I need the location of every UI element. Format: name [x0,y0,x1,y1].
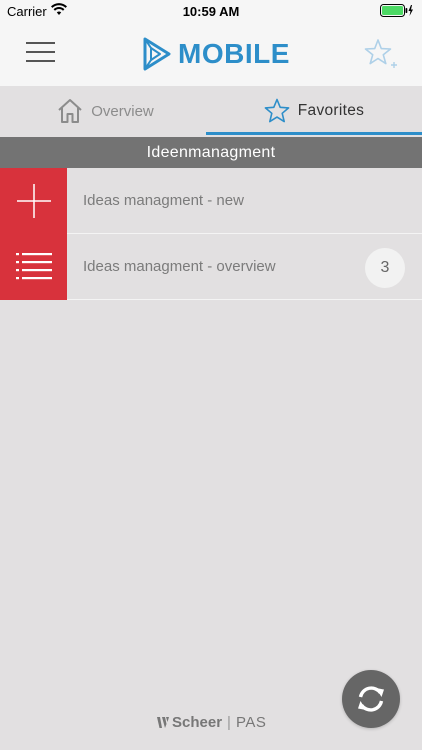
star-icon [264,98,290,123]
tab-bar: Overview Favorites [0,86,422,136]
section-title: Ideenmanagment [0,137,422,168]
refresh-icon [358,686,384,712]
refresh-button[interactable] [342,670,400,728]
menu-button[interactable] [26,42,58,66]
battery-icon [380,4,414,20]
app-logo: MOBILE [142,36,290,72]
plus-icon [16,184,51,218]
list-item-ideas-new[interactable]: Ideas managment - new [0,168,422,234]
list-item-label: Ideas managment - new [83,192,244,209]
footer-brand: Scheer [172,713,223,731]
item-icon-container [0,168,67,234]
status-time: 10:59 AM [182,4,240,19]
tab-favorites[interactable]: Favorites [206,86,422,136]
tab-overview[interactable]: Overview [0,86,211,136]
count-badge: 3 [365,248,405,288]
footer-logo: Scheer | PAS [157,712,266,732]
add-favorite-button[interactable] [364,38,398,72]
item-icon-container [0,234,67,300]
star-add-icon [364,39,397,68]
logo-text: MOBILE [178,38,290,69]
active-tab-indicator [206,132,422,135]
tab-overview-label: Overview [91,102,154,120]
scheer-logo-icon [157,716,169,728]
tab-favorites-label: Favorites [297,102,365,119]
favorites-list: Ideas managment - new Ideas managment - … [0,168,422,300]
play-logo-icon [143,37,171,71]
hamburger-menu-icon [26,42,55,44]
list-item-ideas-overview[interactable]: Ideas managment - overview 3 [0,234,422,300]
list-icon [15,253,52,280]
footer-product: PAS [235,713,267,731]
list-item-label: Ideas managment - overview [83,258,276,275]
status-bar: Carrier 10:59 AM [0,0,422,22]
app-header: MOBILE [0,22,422,86]
footer-separator: | [227,713,231,731]
home-icon [58,99,82,123]
